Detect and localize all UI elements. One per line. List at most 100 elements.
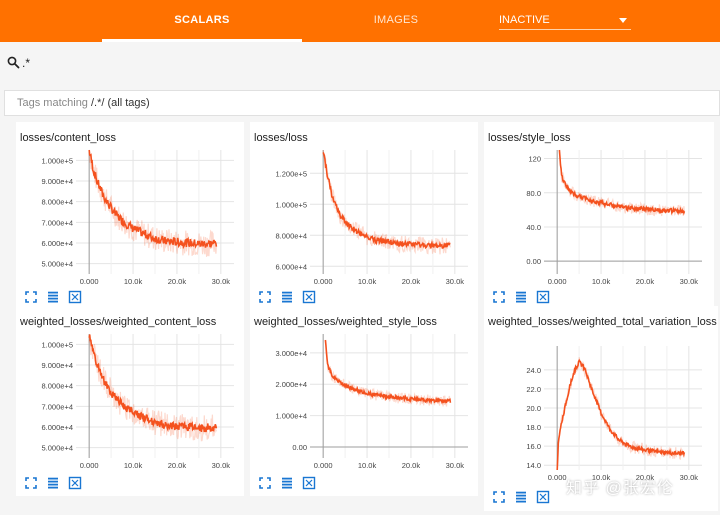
card-title: weighted_losses/weighted_total_variation…: [488, 316, 717, 328]
x-tick-label: 20.0k: [636, 277, 655, 286]
chart-grid: [76, 150, 234, 274]
scalar-card-style-loss: losses/style_loss 0.00 40.0 80.0 120 0.000 10…: [484, 122, 714, 310]
list-icon[interactable]: [514, 490, 528, 504]
card-title: weighted_losses/weighted_content_loss: [20, 316, 217, 328]
line-chart[interactable]: 0.00 40.0 80.0 120 0.000 10.0k 20.0k 30.0k: [484, 146, 712, 292]
tags-suffix: (all tags): [104, 97, 150, 109]
line-chart[interactable]: 0.00 1.000e+4 2.000e+4 3.000e+4 0.000 10.0k 20…: [250, 330, 478, 476]
x-tick-label: 30.0k: [212, 461, 231, 470]
run-select-value: INACTIVE: [499, 14, 550, 26]
y-tick-label: 20.0: [526, 404, 541, 413]
y-tick-label: 1.000e+4: [276, 412, 308, 421]
fit-domain-icon[interactable]: [536, 490, 550, 504]
y-tick-label: 24.0: [526, 366, 541, 375]
y-tick-label: 6.000e+4: [42, 423, 74, 432]
tags-matching-bar: Tags matching /.*/ (all tags): [4, 90, 720, 116]
tags-prefix: Tags matching: [17, 97, 91, 109]
y-tick-label: 2.000e+4: [276, 380, 308, 389]
chart-grid: [76, 334, 234, 458]
expand-icon[interactable]: [258, 290, 272, 304]
fit-domain-icon[interactable]: [68, 476, 82, 490]
list-icon[interactable]: [46, 476, 60, 490]
y-tick-label: 22.0: [526, 385, 541, 394]
line-chart[interactable]: 5.000e+4 6.000e+4 7.000e+4 8.000e+4 9.000e+4…: [16, 146, 244, 292]
series-smoothed-line: [556, 358, 686, 471]
y-tick-label: 8.000e+4: [276, 231, 308, 240]
fit-domain-icon[interactable]: [536, 290, 550, 304]
x-tick-label: 10.0k: [358, 461, 377, 470]
scalar-card-weighted-content-loss: weighted_losses/weighted_content_loss 5.…: [16, 306, 244, 496]
x-tick-label: 20.0k: [168, 461, 187, 470]
card-title: weighted_losses/weighted_style_loss: [254, 316, 437, 328]
tab-images[interactable]: IMAGES: [346, 0, 446, 42]
x-tick-label: 10.0k: [358, 277, 377, 286]
expand-icon[interactable]: [492, 290, 506, 304]
x-tick-label: 0.000: [548, 473, 567, 482]
scalar-card-content-loss: losses/content_loss 5.000e+4 6.000e+4 7.00…: [16, 122, 244, 310]
watermark: 知乎 @张宏伦: [566, 480, 674, 497]
card-title: losses/style_loss: [488, 132, 571, 144]
x-tick-label: 0.000: [314, 461, 333, 470]
x-tick-label: 0.000: [80, 461, 99, 470]
card-title: losses/content_loss: [20, 132, 116, 144]
y-tick-label: 1.000e+5: [42, 340, 74, 349]
x-tick-label: 0.000: [314, 277, 333, 286]
y-tick-label: 120: [528, 155, 541, 164]
line-chart[interactable]: 6.000e+4 8.000e+4 1.000e+5 1.200e+5 0.000 10.…: [250, 146, 478, 292]
y-tick-label: 40.0: [526, 223, 541, 232]
series-smoothed-line: [324, 339, 452, 405]
y-tick-label: 16.0: [526, 442, 541, 451]
x-tick-label: 30.0k: [212, 277, 231, 286]
list-icon[interactable]: [280, 476, 294, 490]
x-tick-label: 20.0k: [402, 277, 421, 286]
line-chart[interactable]: 14.016.018.020.022.024.00.000 10.0k 20.0k 3…: [484, 342, 712, 488]
tab-scalars[interactable]: SCALARS: [152, 0, 252, 42]
line-chart[interactable]: 5.000e+4 6.000e+4 7.000e+4 8.000e+4 9.000e+4…: [16, 330, 244, 476]
y-tick-label: 80.0: [526, 189, 541, 198]
tags-pattern: /.*/: [90, 97, 105, 109]
y-tick-label: 14.0: [526, 461, 541, 470]
x-tick-label: 0.000: [80, 277, 99, 286]
y-tick-label: 9.000e+4: [42, 177, 74, 186]
y-tick-label: 6.000e+4: [276, 262, 308, 271]
y-tick-label: 0.00: [292, 443, 307, 452]
series-raw-line: [322, 149, 451, 255]
y-tick-label: 3.000e+4: [276, 349, 308, 358]
search-icon: [7, 56, 20, 69]
y-tick-label: 7.000e+4: [42, 218, 74, 227]
fit-domain-icon[interactable]: [302, 290, 316, 304]
fit-domain-icon[interactable]: [302, 476, 316, 490]
x-tick-label: 20.0k: [168, 277, 187, 286]
x-tick-label: 0.000: [548, 277, 567, 286]
search-input[interactable]: .*: [22, 56, 30, 70]
y-tick-label: 0.00: [526, 257, 541, 266]
scalar-card-weighted-style-loss: weighted_losses/weighted_style_loss 0.00…: [250, 306, 478, 496]
expand-icon[interactable]: [24, 290, 38, 304]
expand-icon[interactable]: [492, 490, 506, 504]
x-tick-label: 30.0k: [680, 277, 699, 286]
list-icon[interactable]: [280, 290, 294, 304]
search-row: [0, 42, 720, 90]
x-tick-label: 30.0k: [680, 473, 699, 482]
y-tick-label: 6.000e+4: [42, 239, 74, 248]
scalar-card-loss: losses/loss 6.000e+4 8.000e+4 1.000e+5 1.20…: [250, 122, 478, 310]
x-tick-label: 10.0k: [124, 461, 143, 470]
run-select-dropdown[interactable]: INACTIVE: [499, 10, 631, 30]
y-tick-label: 18.0: [526, 423, 541, 432]
x-tick-label: 10.0k: [124, 277, 143, 286]
expand-icon[interactable]: [258, 476, 272, 490]
y-tick-label: 1.200e+5: [276, 169, 308, 178]
chevron-down-icon: [619, 18, 627, 23]
y-tick-label: 7.000e+4: [42, 402, 74, 411]
x-tick-label: 10.0k: [592, 277, 611, 286]
fit-domain-icon[interactable]: [68, 290, 82, 304]
y-tick-label: 8.000e+4: [42, 382, 74, 391]
list-icon[interactable]: [514, 290, 528, 304]
expand-icon[interactable]: [24, 476, 38, 490]
top-nav-bar: SCALARS IMAGES INACTIVE: [0, 0, 720, 42]
x-tick-label: 30.0k: [446, 461, 465, 470]
list-icon[interactable]: [46, 290, 60, 304]
y-tick-label: 1.000e+5: [42, 156, 74, 165]
series-smoothed-line: [322, 152, 451, 249]
x-tick-label: 20.0k: [402, 461, 421, 470]
